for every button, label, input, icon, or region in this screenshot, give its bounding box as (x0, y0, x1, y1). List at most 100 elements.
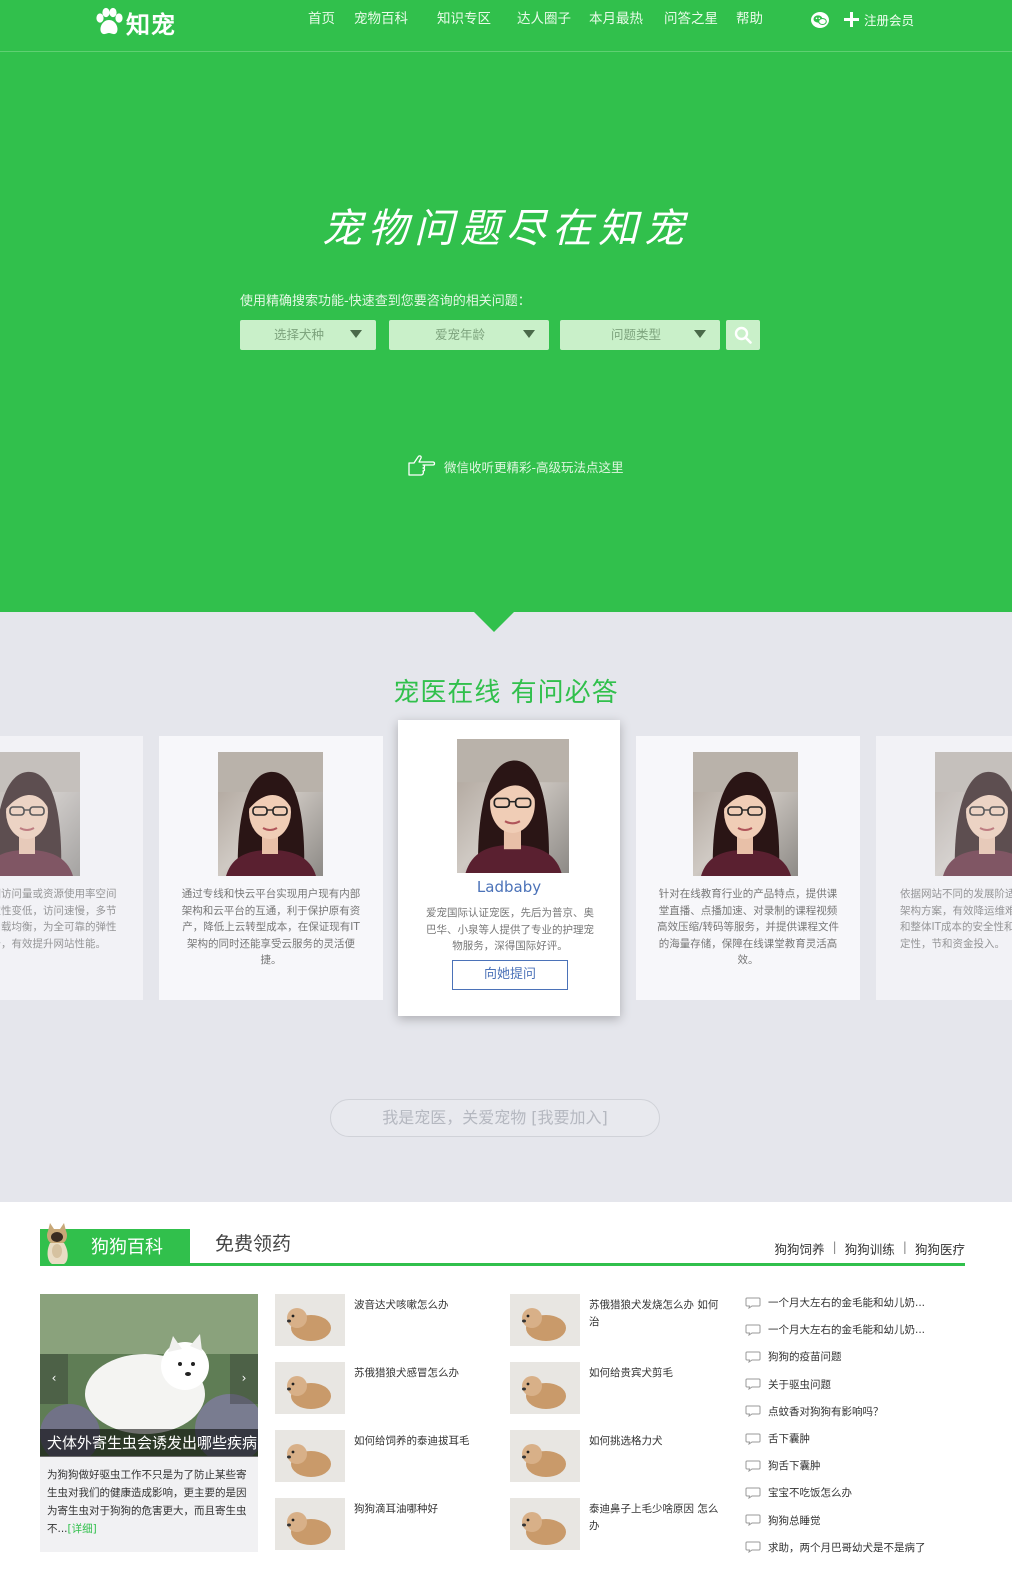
link-dog-medical[interactable]: 狗狗医疗 (915, 1239, 965, 1258)
vet-avatar (218, 752, 323, 876)
register-link[interactable]: 注册会员 (864, 10, 914, 29)
main-nav: 首页 宠物百科 知识专区 达人圈子 本月最热 问答之星 帮助 (308, 10, 763, 28)
logo-text: 知宠 (126, 9, 176, 39)
list-item[interactable]: 苏俄猎狼犬感冒怎么办 (275, 1362, 490, 1414)
qa-item[interactable]: 求助，两个月巴哥幼犬是不是病了 (745, 1534, 970, 1561)
list-item[interactable]: 如何给饲养的泰迪拔耳毛 (275, 1430, 490, 1482)
article-thumbnail (510, 1498, 580, 1550)
vet-avatar (0, 752, 80, 876)
divider: | (902, 1239, 907, 1254)
tab-dog-encyclopedia[interactable]: 狗狗百科 (40, 1223, 190, 1266)
vet-description: 通过专线和快云平台实现用户现有内部架构和云平台的互通，利于保护原有资产，降低上云… (181, 888, 361, 966)
vet-card[interactable]: 依据网站不同的发展阶适的架构方案，有效降运维难度和整体IT成本的安全性和稳定性，… (876, 736, 1012, 1000)
search-button[interactable] (726, 320, 760, 350)
qa-list: 一个月大左右的金毛能和幼儿奶... 一个月大左右的金毛能和幼儿奶... 狗狗的疫苗问… (745, 1289, 970, 1561)
speech-bubble-icon (745, 1460, 761, 1472)
age-select-label: 爱宠年龄 (435, 327, 486, 342)
divider: | (832, 1239, 837, 1254)
vet-card[interactable]: 针对在线教育行业的产品特点，提供课堂直播、点播加速、对录制的课程视频高效压缩/转… (636, 736, 860, 1000)
vet-description: 针对在线教育行业的产品特点，提供课堂直播、点播加速、对录制的课程视频高效压缩/转… (656, 888, 840, 966)
plus-icon (844, 12, 859, 27)
site-logo[interactable]: 知宠 (94, 6, 176, 39)
ask-vet-button[interactable]: 向她提问 (452, 960, 568, 990)
speech-bubble-icon (745, 1433, 761, 1445)
wechat-promo-text: 微信收听更精彩-高级玩法点这里 (444, 459, 624, 475)
qa-item[interactable]: 点蚊香对狗狗有影响吗？ (745, 1398, 970, 1425)
breed-select-label: 选择犬种 (274, 327, 325, 342)
vet-avatar (457, 739, 569, 873)
tab-dog-encyclopedia-label: 狗狗百科 (91, 1237, 163, 1258)
qa-question: 舌下囊肿 (768, 1433, 810, 1446)
feature-article[interactable]: ‹ › 犬体外寄生虫会诱发出哪些疾病 为狗狗做好驱虫工作不只是为了防止某些寄生虫… (40, 1294, 258, 1552)
chevron-down-icon (523, 330, 535, 338)
list-item[interactable]: 如何挑选格力犬 (510, 1430, 730, 1482)
qa-item[interactable]: 狗狗的疫苗问题 (745, 1343, 970, 1370)
list-item[interactable]: 波音达犬咳嗽怎么办 (275, 1294, 490, 1346)
speech-bubble-icon (745, 1514, 761, 1527)
vet-avatar (935, 752, 1012, 876)
speech-bubble-icon (745, 1405, 761, 1418)
qa-question: 狗狗总睡觉 (768, 1514, 821, 1527)
vets-section: 宠医在线 有问必答 站因访问量或资源使用率空间稳定性变低，访问速慢，多节点负载均… (0, 612, 1012, 1202)
vet-name: Ladbaby (476, 878, 542, 896)
article-thumbnail (510, 1362, 580, 1414)
nav-expert-circle[interactable]: 达人圈子 (517, 10, 589, 28)
vet-card[interactable]: 通过专线和快云平台实现用户现有内部架构和云平台的互通，利于保护原有资产，降低上云… (159, 736, 383, 1000)
pointing-hand-icon (408, 455, 436, 476)
vet-description: 站因访问量或资源使用率空间稳定性变低，访问速慢，多节点负载均衡，为全可靠的弹性服… (0, 888, 117, 950)
article-thumbnail (510, 1294, 580, 1346)
nav-help[interactable]: 帮助 (736, 10, 763, 28)
nav-knowledge-zone[interactable]: 知识专区 (437, 10, 517, 28)
article-thumbnail (510, 1430, 580, 1482)
nav-home[interactable]: 首页 (308, 10, 354, 28)
speech-bubble-icon (745, 1324, 761, 1336)
article-thumbnail (275, 1294, 345, 1346)
list-item[interactable]: 狗狗滴耳油哪种好 (275, 1498, 490, 1550)
qa-item[interactable]: 狗狗总睡觉 (745, 1507, 970, 1534)
chevron-down-icon (694, 330, 706, 338)
qa-item[interactable]: 舌下囊肿 (745, 1425, 970, 1452)
qa-question: 求助，两个月巴哥幼犬是不是病了 (768, 1541, 926, 1554)
join-as-vet-button[interactable]: 我是宠医，关爱宠物 [我要加入] (330, 1099, 660, 1137)
link-dog-feeding[interactable]: 狗狗饲养 (775, 1239, 825, 1258)
age-select[interactable]: 爱宠年龄 (389, 320, 549, 350)
dog-encyclopedia-section: 狗狗百科 免费领药 狗狗饲养 | 狗狗训练 | 狗狗医疗 ‹ › 犬体外寄生虫会… (0, 1202, 1012, 1585)
search-icon (734, 326, 752, 344)
vet-card[interactable]: 站因访问量或资源使用率空间稳定性变低，访问速慢，多节点负载均衡，为全可靠的弹性服… (0, 736, 143, 1000)
list-item[interactable]: 苏俄猎狼犬发烧怎么办 如何治 (510, 1294, 730, 1346)
article-title: 如何给饲养的泰迪拔耳毛 (354, 1435, 470, 1447)
qa-item[interactable]: 一个月大左右的金毛能和幼儿奶... (745, 1289, 970, 1316)
nav-monthly-hot[interactable]: 本月最热 (589, 10, 664, 28)
qa-item[interactable]: 狗舌下囊肿 (745, 1452, 970, 1479)
wechat-icon[interactable] (810, 11, 830, 29)
qa-question: 一个月大左右的金毛能和幼儿奶... (768, 1324, 926, 1337)
nav-qa-star[interactable]: 问答之星 (664, 10, 736, 28)
question-type-select-label: 问题类型 (611, 327, 662, 342)
vets-title: 宠医在线 有问必答 (393, 678, 619, 708)
qa-item[interactable]: 宝宝不吃饭怎么办 (745, 1479, 970, 1506)
nav-pet-encyclopedia[interactable]: 宠物百科 (354, 10, 437, 28)
vet-card-active[interactable]: Ladbaby 爱宠国际认证宠医，先后为普京、奥巴华、小泉等人提供了专业的护理宠… (398, 720, 620, 1016)
speech-bubble-icon (745, 1541, 761, 1554)
link-dog-training[interactable]: 狗狗训练 (845, 1239, 895, 1258)
search-hint: 使用精确搜索功能-快速查到您要咨询的相关问题： (240, 294, 531, 309)
qa-question: 狗狗的疫苗问题 (768, 1351, 842, 1364)
section-tab-bar: 狗狗百科 免费领药 狗狗饲养 | 狗狗训练 | 狗狗医疗 (40, 1223, 965, 1266)
tab-free-medicine[interactable]: 免费领药 (215, 1229, 291, 1256)
list-item[interactable]: 泰迪鼻子上毛少啥原因 怎么办 (510, 1498, 730, 1550)
article-thumbnail (275, 1362, 345, 1414)
wechat-promo-link[interactable]: 微信收听更精彩-高级玩法点这里 (406, 454, 624, 478)
speech-bubble-icon (745, 1351, 761, 1363)
speech-bubble-icon (745, 1297, 761, 1309)
search-filters: 选择犬种 爱宠年龄 问题类型 (240, 320, 760, 350)
article-title: 波音达犬咳嗽怎么办 (354, 1299, 449, 1311)
question-type-select[interactable]: 问题类型 (560, 320, 720, 350)
vet-description: 依据网站不同的发展阶适的架构方案，有效降运维难度和整体IT成本的安全性和稳定性，… (900, 888, 1012, 950)
feature-detail-link[interactable]: [详细] (68, 1523, 97, 1535)
qa-question: 宝宝不吃饭怎么办 (768, 1487, 852, 1500)
breed-select[interactable]: 选择犬种 (240, 320, 376, 350)
list-item[interactable]: 如何给贵宾犬剪毛 (510, 1362, 730, 1414)
qa-item[interactable]: 关于驱虫问题 (745, 1371, 970, 1398)
article-thumbnail (275, 1498, 345, 1550)
qa-item[interactable]: 一个月大左右的金毛能和幼儿奶... (745, 1316, 970, 1343)
